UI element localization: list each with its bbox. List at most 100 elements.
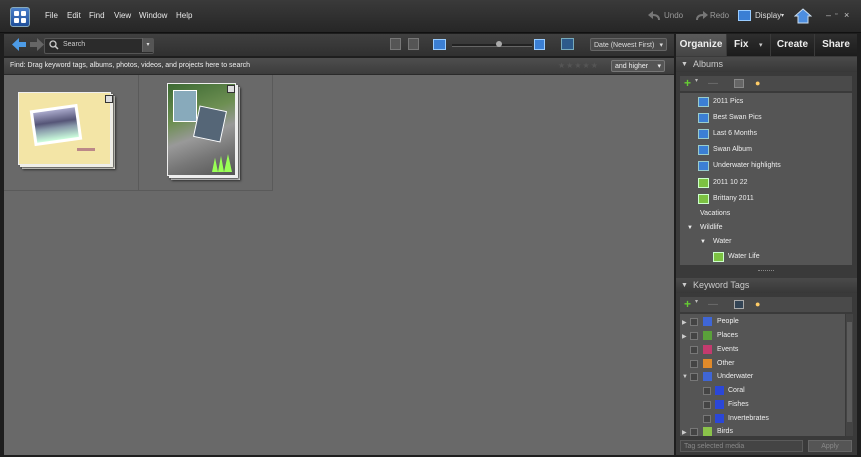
home-icon[interactable] bbox=[794, 8, 812, 24]
album-item[interactable]: 2011 10 22 bbox=[713, 179, 748, 186]
menu-view[interactable]: View bbox=[114, 11, 131, 20]
keyword-scrollbar[interactable] bbox=[846, 314, 853, 436]
media-grid[interactable] bbox=[4, 75, 674, 455]
album-item[interactable]: 2011 Pics bbox=[713, 98, 743, 105]
expand-arrow-icon[interactable]: ▶ bbox=[682, 429, 687, 436]
fix-dropdown-icon[interactable]: ▾ bbox=[759, 41, 763, 49]
tab-organize[interactable]: Organize bbox=[676, 34, 726, 56]
tips-bulb-icon[interactable]: ● bbox=[755, 299, 760, 309]
tag-checkbox[interactable] bbox=[703, 415, 711, 423]
album-item[interactable]: Water Life bbox=[728, 253, 760, 260]
expand-arrow-icon[interactable]: ▼ bbox=[687, 225, 693, 231]
close-icon[interactable]: × bbox=[844, 10, 849, 20]
large-thumbnail-icon[interactable] bbox=[534, 39, 545, 50]
menu-file[interactable]: File bbox=[45, 11, 58, 20]
tab-share[interactable]: Share bbox=[815, 34, 857, 56]
menu-help[interactable]: Help bbox=[176, 11, 192, 20]
tips-bulb-icon[interactable]: ● bbox=[755, 78, 760, 88]
expand-arrow-icon[interactable]: ▼ bbox=[700, 239, 706, 245]
keyword-item[interactable]: Places bbox=[717, 332, 738, 339]
rotate-left-icon[interactable] bbox=[390, 38, 401, 50]
edit-tag-icon[interactable] bbox=[734, 300, 744, 309]
edit-album-icon[interactable] bbox=[734, 79, 744, 88]
album-thumbnail[interactable] bbox=[18, 92, 111, 165]
rating-stars[interactable]: ★★★★★ bbox=[558, 61, 599, 70]
keyword-item[interactable]: Birds bbox=[717, 428, 733, 435]
media-cell[interactable] bbox=[138, 75, 273, 191]
keyword-item[interactable]: Coral bbox=[728, 387, 745, 394]
media-cell[interactable] bbox=[4, 75, 139, 191]
scrollbar-thumb[interactable] bbox=[847, 322, 852, 422]
album-icon bbox=[698, 145, 709, 155]
tag-checkbox[interactable] bbox=[690, 332, 698, 340]
album-item[interactable]: Last 6 Months bbox=[713, 130, 757, 137]
smart-album-icon bbox=[698, 194, 709, 204]
sort-order-select[interactable]: Date (Newest First) ▾ bbox=[590, 38, 667, 51]
keyword-item[interactable]: Underwater bbox=[717, 373, 753, 380]
other-tag-icon bbox=[703, 359, 712, 368]
display-menu[interactable]: Display bbox=[755, 11, 781, 20]
expand-arrow-icon[interactable]: ▶ bbox=[682, 319, 687, 326]
tag-selected-media-input[interactable]: Tag selected media bbox=[680, 440, 803, 452]
full-screen-icon[interactable] bbox=[561, 38, 574, 50]
search-input[interactable] bbox=[44, 38, 154, 54]
album-group[interactable]: Wildlife bbox=[700, 224, 723, 231]
search-dropdown-icon[interactable]: ▾ bbox=[142, 38, 153, 52]
tag-checkbox[interactable] bbox=[690, 373, 698, 381]
album-group[interactable]: Vacations bbox=[700, 210, 730, 217]
album-item[interactable]: Brittany 2011 bbox=[713, 195, 754, 202]
panel-resize-handle[interactable] bbox=[758, 270, 774, 273]
add-album-icon[interactable]: + bbox=[684, 76, 691, 91]
keyword-item[interactable]: Invertebrates bbox=[728, 415, 769, 422]
expand-arrow-icon[interactable]: ▶ bbox=[682, 333, 687, 340]
remove-tag-icon[interactable]: — bbox=[708, 297, 718, 312]
album-item[interactable]: Swan Album bbox=[713, 146, 752, 153]
project-thumbnail[interactable] bbox=[167, 83, 236, 176]
collapse-arrow-icon[interactable]: ▼ bbox=[682, 374, 688, 380]
keyword-item[interactable]: Other bbox=[717, 360, 735, 367]
stack-indicator-icon[interactable] bbox=[227, 85, 235, 93]
add-dropdown-icon[interactable]: ▾ bbox=[695, 77, 698, 84]
tag-checkbox[interactable] bbox=[690, 360, 698, 368]
apply-button[interactable]: Apply bbox=[808, 440, 852, 452]
thumbnail-view-icon[interactable] bbox=[433, 39, 446, 50]
keyword-item[interactable]: People bbox=[717, 318, 739, 325]
menu-edit[interactable]: Edit bbox=[67, 11, 81, 20]
app-logo-icon[interactable] bbox=[10, 7, 30, 27]
album-group[interactable]: Water bbox=[713, 238, 731, 245]
redo-button[interactable]: Redo bbox=[710, 11, 729, 20]
albums-toolbar: + ▾ — ● bbox=[680, 76, 852, 91]
zoom-slider[interactable] bbox=[452, 44, 532, 47]
remove-album-icon[interactable]: — bbox=[708, 76, 718, 91]
album-item[interactable]: Best Swan Pics bbox=[713, 114, 762, 121]
rotate-right-icon[interactable] bbox=[408, 38, 419, 50]
keywords-section-header[interactable]: ▼ Keyword Tags bbox=[676, 278, 857, 293]
tab-fix[interactable]: Fix bbox=[727, 34, 770, 56]
tag-checkbox[interactable] bbox=[690, 318, 698, 326]
search-placeholder: Search bbox=[63, 41, 86, 48]
add-tag-icon[interactable]: + bbox=[684, 297, 691, 312]
stack-indicator-icon[interactable] bbox=[105, 95, 113, 103]
minimize-icon[interactable]: – bbox=[826, 10, 831, 20]
tag-checkbox[interactable] bbox=[703, 387, 711, 395]
zoom-slider-handle[interactable] bbox=[496, 41, 502, 47]
back-arrow-icon[interactable] bbox=[12, 38, 26, 51]
restore-icon[interactable]: ▫ bbox=[835, 11, 837, 18]
rating-filter-select[interactable]: and higher ▾ bbox=[611, 60, 665, 72]
keywords-title: Keyword Tags bbox=[693, 280, 750, 290]
undo-button[interactable]: Undo bbox=[664, 11, 683, 20]
add-dropdown-icon[interactable]: ▾ bbox=[695, 298, 698, 305]
menu-window[interactable]: Window bbox=[139, 11, 167, 20]
tab-create[interactable]: Create bbox=[771, 34, 814, 56]
menu-find[interactable]: Find bbox=[89, 11, 105, 20]
albums-section-header[interactable]: ▼ Albums bbox=[676, 57, 857, 72]
keyword-item[interactable]: Fishes bbox=[728, 401, 749, 408]
forward-arrow-icon[interactable] bbox=[30, 38, 44, 51]
keyword-item[interactable]: Events bbox=[717, 346, 738, 353]
tag-checkbox[interactable] bbox=[703, 401, 711, 409]
grass-decoration bbox=[212, 154, 232, 172]
photo-frame bbox=[29, 103, 83, 147]
album-item[interactable]: Underwater highlights bbox=[713, 162, 781, 169]
tag-checkbox[interactable] bbox=[690, 346, 698, 354]
tag-checkbox[interactable] bbox=[690, 428, 698, 436]
